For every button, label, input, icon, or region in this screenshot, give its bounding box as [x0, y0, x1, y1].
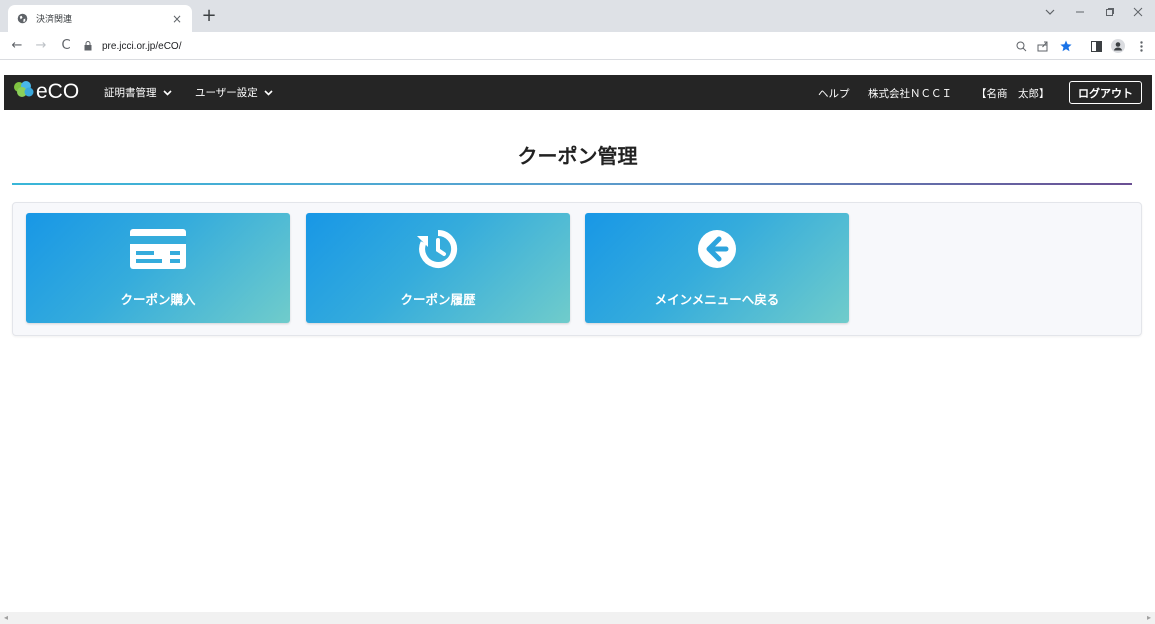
tab-title: 決済関連: [36, 14, 73, 24]
card-label: クーポン購入: [120, 292, 196, 307]
history-icon: [306, 227, 570, 271]
scroll-left-arrow-icon[interactable]: ◂: [4, 613, 8, 622]
arrow-left-circle-icon: [585, 227, 849, 271]
star-icon[interactable]: [1058, 39, 1074, 53]
chevron-down-icon: [264, 88, 274, 98]
close-window-button[interactable]: [1124, 6, 1152, 20]
menu-label: 証明書管理: [104, 87, 157, 99]
browser-tab[interactable]: 決済関連 ×: [8, 5, 192, 32]
card-label: メインメニューへ戻る: [654, 292, 780, 307]
logout-button[interactable]: ログアウト: [1069, 81, 1142, 104]
zoom-icon[interactable]: [1013, 39, 1029, 53]
card-label: クーポン履歴: [400, 292, 476, 307]
logo-text: eCO: [36, 80, 80, 103]
app-header: eCO 証明書管理 ユーザー設定 ヘルプ 株式会社ＮＣＣＩ 【名商 太郎】 ログ…: [4, 75, 1152, 110]
share-icon[interactable]: [1035, 39, 1051, 53]
side-panel-icon[interactable]: [1088, 39, 1104, 53]
new-tab-button[interactable]: +: [198, 6, 220, 28]
menu-user-settings[interactable]: ユーザー設定: [195, 85, 274, 100]
forward-arrow-icon[interactable]: →: [32, 38, 50, 54]
lock-icon: [82, 40, 94, 52]
restore-button[interactable]: [1096, 6, 1124, 20]
menu-certificate-management[interactable]: 証明書管理: [104, 85, 173, 100]
back-to-main-menu-button[interactable]: メインメニューへ戻る: [585, 213, 849, 323]
browser-tab-bar: 決済関連 × +: [0, 0, 1155, 32]
kebab-menu-icon[interactable]: [1136, 39, 1146, 53]
eco-logo[interactable]: eCO: [12, 81, 79, 103]
minimize-button[interactable]: [1066, 6, 1094, 20]
globe-icon: [16, 13, 28, 25]
tab-search-icon[interactable]: [1036, 6, 1064, 20]
coupon-purchase-button[interactable]: クーポン購入: [26, 213, 290, 323]
close-icon[interactable]: ×: [170, 12, 184, 26]
url-bar[interactable]: pre.jcci.or.jp/eCO/: [82, 36, 1002, 56]
page-title: クーポン管理: [517, 144, 638, 168]
clover-logo-icon: [12, 81, 34, 103]
scroll-right-arrow-icon[interactable]: ▸: [1147, 613, 1151, 622]
address-bar: ← → C pre.jcci.or.jp/eCO/: [0, 32, 1155, 60]
menu-label: ユーザー設定: [195, 87, 258, 99]
chevron-down-icon: [162, 88, 173, 98]
company-name: 株式会社ＮＣＣＩ: [868, 88, 952, 100]
horizontal-scrollbar[interactable]: ◂ ▸: [0, 612, 1155, 624]
profile-icon[interactable]: [1110, 39, 1126, 53]
title-divider: [12, 183, 1132, 185]
coupon-history-button[interactable]: クーポン履歴: [306, 213, 570, 323]
user-name: 【名商 太郎】: [976, 88, 1050, 100]
help-link[interactable]: ヘルプ: [818, 86, 850, 101]
credit-card-icon: [26, 227, 290, 271]
url-text: pre.jcci.or.jp/eCO/: [102, 40, 182, 52]
back-arrow-icon[interactable]: ←: [8, 38, 26, 54]
reload-icon[interactable]: C: [57, 38, 75, 54]
